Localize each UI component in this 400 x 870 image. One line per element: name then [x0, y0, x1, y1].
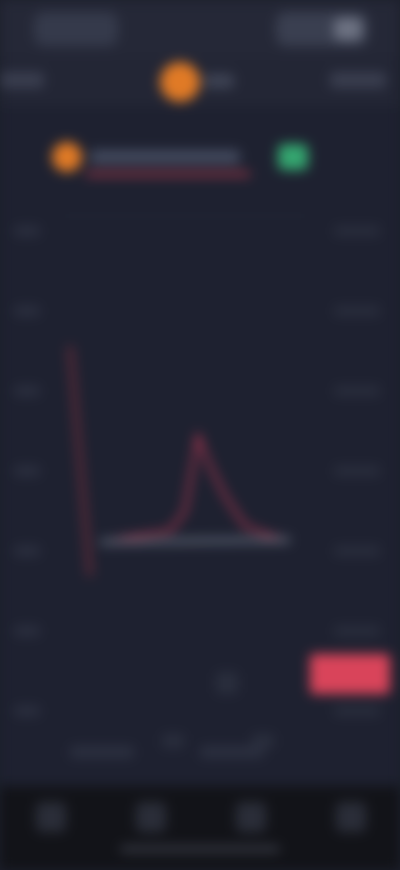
bottom-navigation	[0, 786, 400, 870]
chart-center-marker-icon	[216, 672, 238, 694]
asset-coin-icon[interactable]	[160, 62, 200, 102]
axis-tick	[334, 226, 380, 236]
axis-tick	[334, 546, 380, 556]
nav-trade-icon[interactable]	[236, 802, 266, 832]
axis-tick	[334, 626, 380, 636]
nav-markets-icon[interactable]	[136, 802, 166, 832]
axis-tick	[334, 386, 380, 396]
top-header	[0, 0, 400, 56]
axis-tick	[334, 306, 380, 316]
drawing-line-left	[68, 345, 92, 577]
price-line	[99, 430, 291, 544]
time-axis	[0, 726, 400, 772]
blurred-screen	[0, 0, 400, 870]
price-base-line	[99, 537, 291, 545]
price-chart[interactable]	[0, 106, 400, 796]
nav-home-icon[interactable]	[36, 802, 66, 832]
home-indicator	[120, 846, 280, 852]
nav-profile-icon[interactable]	[336, 802, 366, 832]
header-left-pill[interactable]	[34, 12, 118, 46]
tab-right[interactable]	[330, 72, 386, 88]
axis-tick	[334, 466, 380, 476]
header-right-knob-icon	[334, 18, 362, 40]
time-axis-tick	[200, 746, 264, 758]
asset-label	[204, 74, 234, 88]
tabs-row	[0, 56, 400, 107]
tab-left[interactable]	[0, 72, 44, 88]
header-right-pill[interactable]	[276, 12, 368, 46]
axis-tick	[334, 706, 380, 716]
time-axis-tick	[70, 746, 134, 758]
